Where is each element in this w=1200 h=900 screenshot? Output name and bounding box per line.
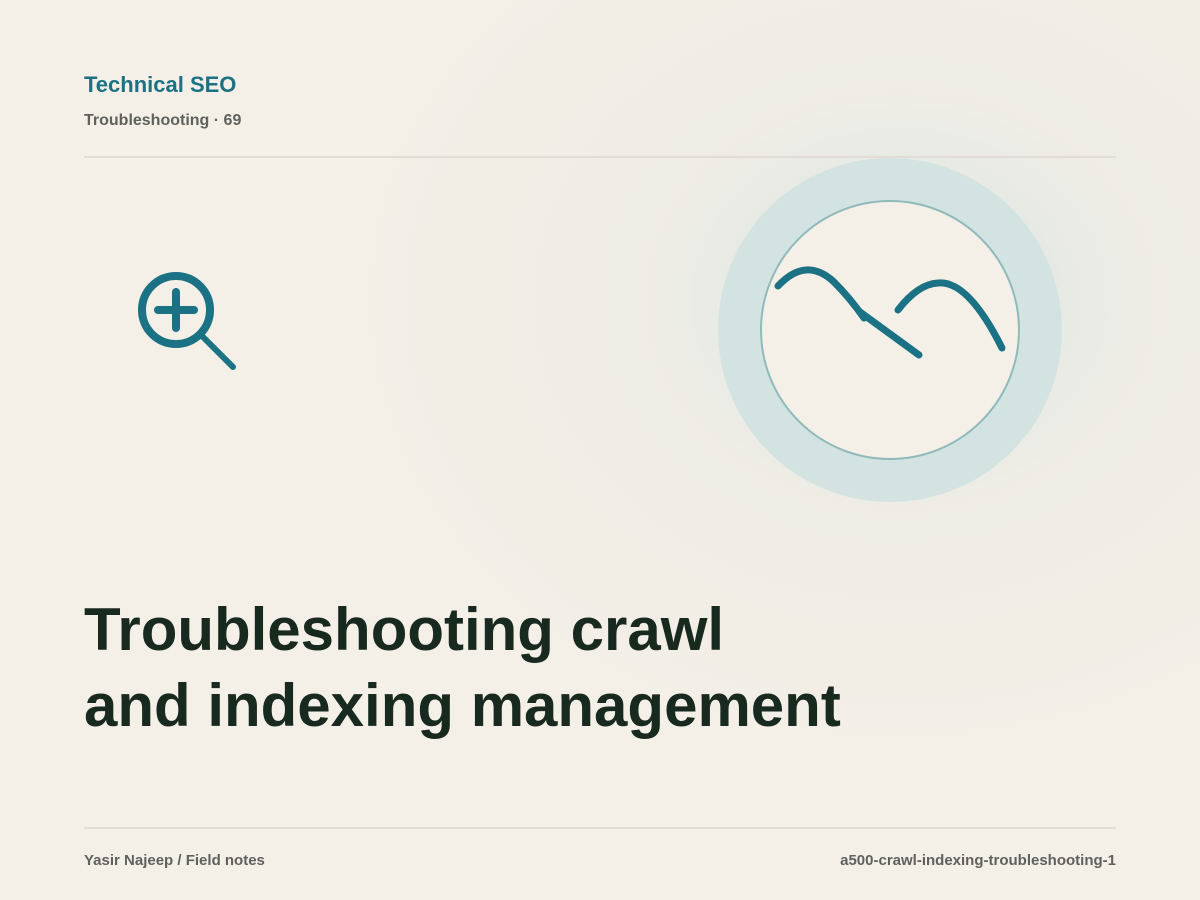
bottom-divider <box>84 827 1116 829</box>
series-label: Troubleshooting · 69 <box>84 112 242 129</box>
article-slug: a500-crawl-indexing-troubleshooting-1 <box>840 852 1116 869</box>
illustration-badge <box>716 156 1064 504</box>
category-label: Technical SEO <box>84 72 237 97</box>
title-line-1: Troubleshooting crawl <box>84 596 725 663</box>
page-title: Troubleshooting crawl and indexing manag… <box>84 592 1084 744</box>
header: Technical SEO Troubleshooting · 69 <box>84 72 241 130</box>
zoom-in-icon <box>134 268 242 376</box>
title-line-2: and indexing management <box>84 672 841 739</box>
author-credit: Yasir Najeep / Field notes <box>84 852 265 869</box>
